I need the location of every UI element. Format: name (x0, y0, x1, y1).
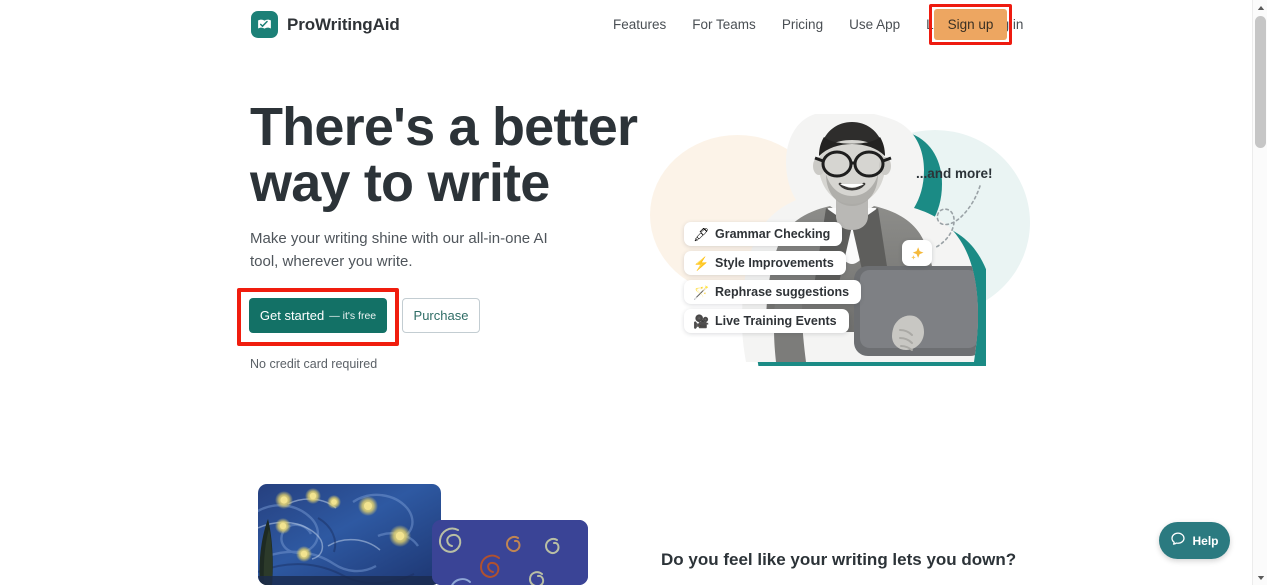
feature-chip-style-improvements: ⚡ Style Improvements (684, 251, 846, 275)
hero-illustration: 🖋 Grammar Checking ⚡ Style Improvements … (640, 100, 1040, 375)
page-root: ProWritingAid Features For Teams Pricing… (0, 0, 1267, 585)
chevron-up-icon[interactable] (1253, 0, 1267, 15)
page-title: There's a better way to write (250, 97, 638, 213)
get-started-free-suffix: — it's free (329, 309, 377, 322)
feature-chip-live-training-events: 🎥 Live Training Events (684, 309, 849, 333)
feature-chip-grammar-checking: 🖋 Grammar Checking (684, 222, 843, 246)
open-book-check-icon (251, 11, 278, 38)
chevron-down-icon[interactable] (1253, 570, 1267, 585)
feature-chip-label: Style Improvements (715, 256, 834, 270)
section-question-heading: Do you feel like your writing lets you d… (661, 550, 1017, 569)
feature-chip-label: Live Training Events (715, 314, 837, 328)
get-started-label: Get started (259, 308, 325, 323)
sign-up-button[interactable]: Sign up (934, 9, 1007, 40)
brand-name: ProWritingAid (287, 14, 400, 34)
nav-link-for-teams[interactable]: For Teams (679, 12, 769, 38)
purchase-button[interactable]: Purchase (402, 298, 480, 333)
blue-swirls-artwork (432, 520, 588, 585)
hero-subtitle: Make your writing shine with our all-in-… (250, 230, 548, 270)
no-credit-card-note: No credit card required (250, 357, 378, 371)
lightning-bolt-icon: ⚡ (693, 255, 710, 271)
get-started-button[interactable]: Get started — it's free (249, 298, 387, 333)
site-header: ProWritingAid Features For Teams Pricing… (0, 0, 1252, 50)
feature-chip-label: Rephrase suggestions (715, 285, 850, 299)
pen-icon: 🖋 (693, 226, 710, 242)
help-widget-label: Help (1192, 533, 1219, 548)
magic-wand-icon: 🪄 (693, 284, 710, 300)
feature-chip-label: Grammar Checking (715, 227, 831, 241)
scrollbar-thumb[interactable] (1255, 16, 1266, 148)
feature-chip-rephrase-suggestions: 🪄 Rephrase suggestions (684, 280, 862, 304)
vertical-scrollbar[interactable] (1252, 0, 1267, 585)
nav-link-features[interactable]: Features (600, 12, 679, 38)
brand-logo-link[interactable]: ProWritingAid (251, 11, 400, 38)
nav-link-use-app[interactable]: Use App (836, 12, 913, 38)
and-more-annotation: ...and more! (916, 166, 993, 181)
curly-arrow-icon (933, 185, 981, 249)
signup-button-container: Sign up (929, 4, 1012, 45)
chat-bubble-icon (1170, 531, 1186, 550)
movie-camera-icon: 🎥 (693, 313, 710, 329)
help-widget-button[interactable]: Help (1159, 522, 1230, 559)
nav-link-pricing[interactable]: Pricing (769, 12, 836, 38)
starry-night-artwork (258, 484, 441, 585)
feature-chip-list: 🖋 Grammar Checking ⚡ Style Improvements … (684, 222, 862, 333)
